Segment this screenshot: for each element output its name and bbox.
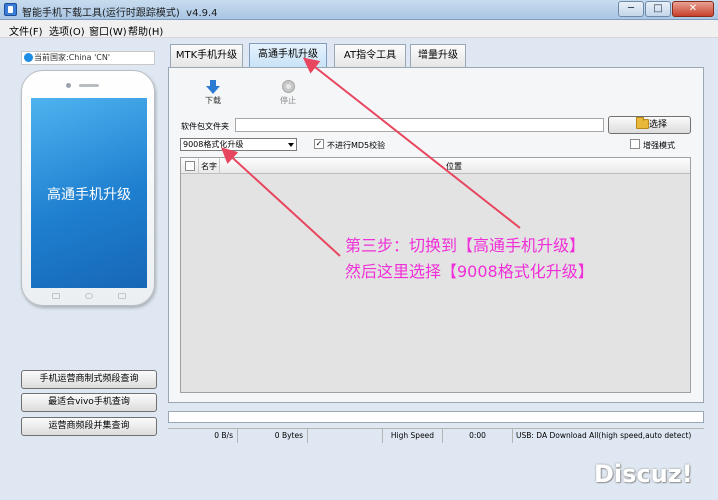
upgrade-mode-select[interactable]: 9008格式化升级 <box>180 138 297 151</box>
menu-window[interactable]: 窗口(W) <box>89 23 127 38</box>
window-version: v4.9.4 <box>186 8 218 19</box>
column-location[interactable]: 位置 <box>446 161 462 172</box>
menu-file[interactable]: 文件(F) <box>9 23 43 38</box>
download-icon[interactable] <box>206 80 220 94</box>
no-md5-label: 不进行MD5校验 <box>327 141 386 150</box>
package-folder-label: 软件包文件夹 <box>181 122 229 131</box>
annotation-line-2: 然后这里选择【9008格式化升级】 <box>345 262 594 281</box>
country-text: 当前国家:China 'CN' <box>34 53 111 62</box>
enhanced-mode-label: 增强模式 <box>643 141 675 150</box>
status-time: 0:00 <box>443 429 513 443</box>
download-button[interactable]: 下载 <box>205 95 221 106</box>
app-icon <box>4 3 17 16</box>
watermark: Discuz! <box>594 460 693 488</box>
menu-options[interactable]: 选项(O) <box>49 23 85 38</box>
title-bar: 智能手机下载工具(运行时跟踪模式) v4.9.4 ─ □ ✕ <box>0 0 718 20</box>
file-list-header: 名字 位置 <box>181 158 690 174</box>
tab-mtk-upgrade[interactable]: MTK手机升级 <box>170 44 243 67</box>
status-usb: USB: DA Download All(high speed,auto det… <box>516 431 692 440</box>
globe-icon <box>24 53 33 62</box>
stop-button[interactable]: 停止 <box>280 95 296 106</box>
annotation-line-1: 第三步：切换到【高通手机升级】 <box>345 236 586 255</box>
status-speed: 0 B/s <box>168 429 238 443</box>
folder-icon <box>636 117 649 129</box>
package-folder-input[interactable] <box>235 118 604 132</box>
band-union-query-button[interactable]: 运营商频段并集查询 <box>21 417 157 436</box>
status-empty <box>308 429 383 443</box>
menu-help[interactable]: 帮助(H) <box>128 23 163 38</box>
phone-illustration: 高通手机升级 <box>21 70 155 306</box>
country-indicator: 当前国家:China 'CN' <box>21 51 155 65</box>
window-title: 智能手机下载工具(运行时跟踪模式) v4.9.4 <box>22 4 218 19</box>
chevron-down-icon <box>288 143 294 147</box>
minimize-button[interactable]: ─ <box>618 1 644 17</box>
stop-icon[interactable] <box>282 80 295 93</box>
home-key-icon <box>85 293 93 299</box>
tab-at-command[interactable]: AT指令工具 <box>334 44 406 67</box>
status-mode: High Speed <box>383 429 443 443</box>
select-all-checkbox[interactable] <box>185 161 195 171</box>
menu-bar: 文件(F) 选项(O) 窗口(W) 帮助(H) <box>0 20 718 38</box>
window-title-text: 智能手机下载工具(运行时跟踪模式) <box>22 8 180 19</box>
phone-keys <box>22 291 156 303</box>
close-button[interactable]: ✕ <box>672 1 714 17</box>
maximize-button[interactable]: □ <box>645 1 671 17</box>
column-name[interactable]: 名字 <box>201 161 217 172</box>
status-bytes: 0 Bytes <box>238 429 308 443</box>
browse-button[interactable]: 选择 <box>608 116 691 134</box>
enhanced-mode-checkbox[interactable] <box>630 139 640 149</box>
phone-screen-text: 高通手机升级 <box>47 187 131 203</box>
progress-bar <box>168 411 704 423</box>
speaker-icon <box>79 84 99 87</box>
tab-incremental-upgrade[interactable]: 增量升级 <box>410 44 466 67</box>
camera-icon <box>66 83 71 88</box>
phone-screen: 高通手机升级 <box>31 98 147 288</box>
window-controls: ─ □ ✕ <box>618 1 714 17</box>
file-list-body <box>181 174 690 392</box>
menu-key-icon <box>118 293 126 299</box>
back-key-icon <box>52 293 60 299</box>
carrier-band-query-button[interactable]: 手机运营商制式频段查询 <box>21 370 157 389</box>
tab-qualcomm-upgrade[interactable]: 高通手机升级 <box>249 43 327 68</box>
vivo-phone-query-button[interactable]: 最适合vivo手机查询 <box>21 393 157 412</box>
upgrade-mode-value: 9008格式化升级 <box>183 140 244 149</box>
status-bar: 0 B/s 0 Bytes High Speed 0:00 USB: DA Do… <box>168 428 704 443</box>
no-md5-checkbox[interactable]: ✓ <box>314 139 324 149</box>
